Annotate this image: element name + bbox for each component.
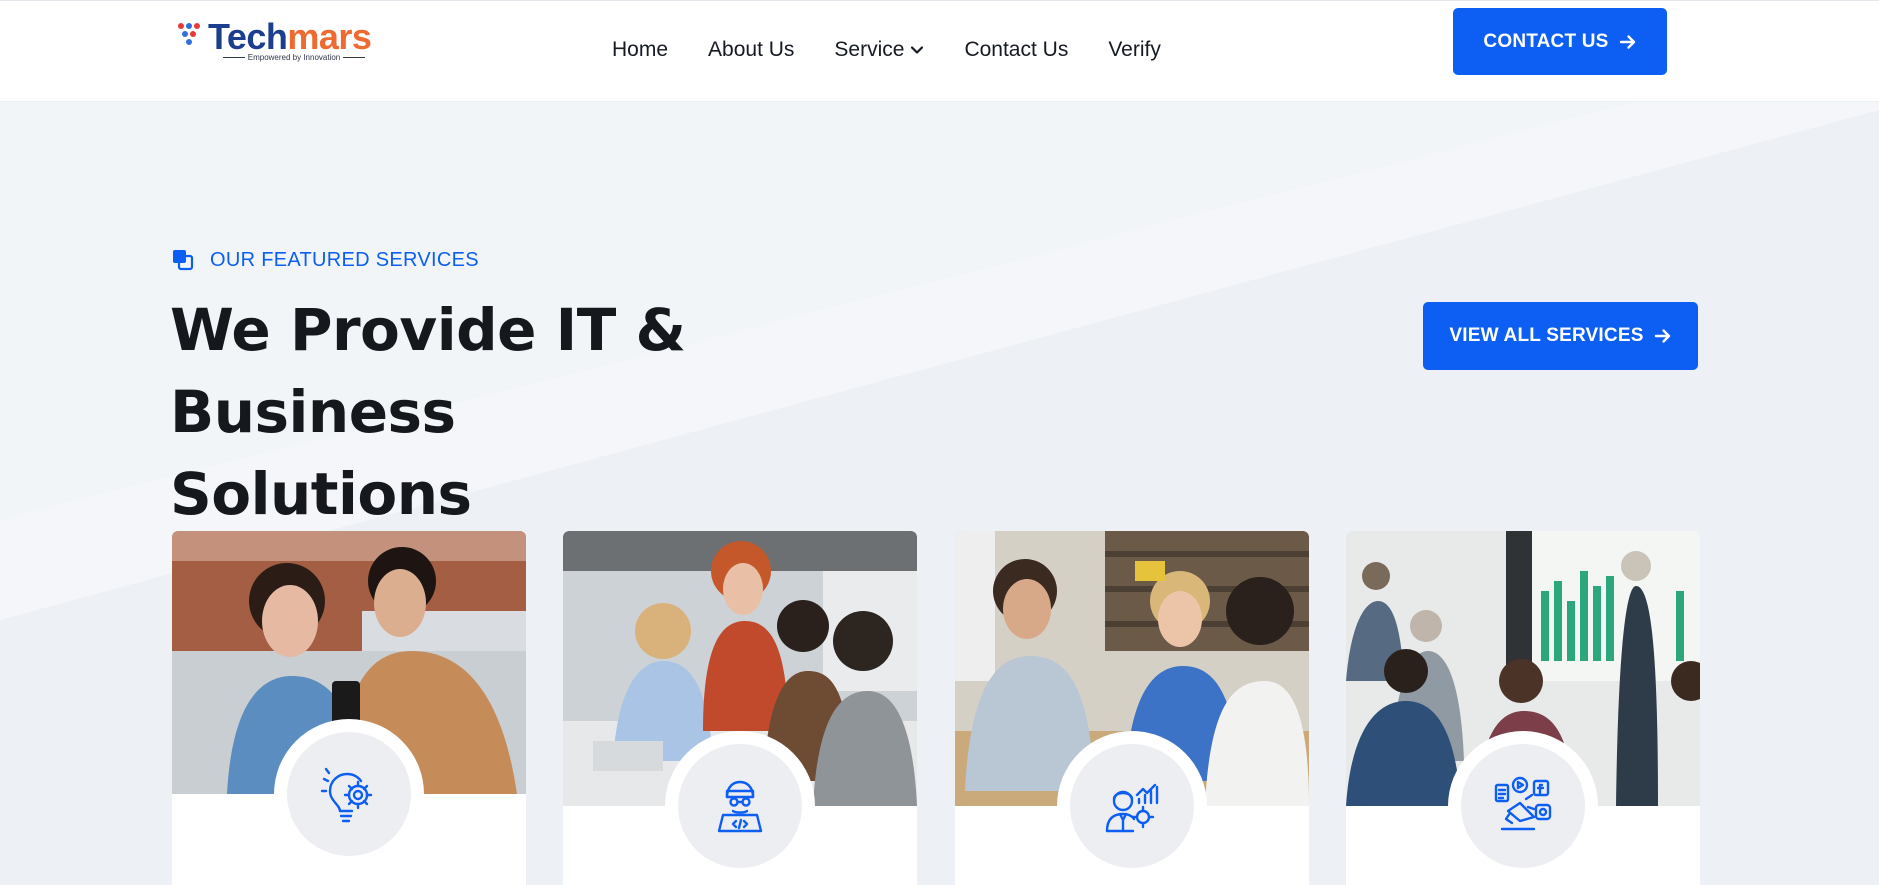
view-all-services-button[interactable]: VIEW ALL SERVICES bbox=[1423, 302, 1698, 370]
business-analyst-icon bbox=[1105, 783, 1159, 833]
site-header: Techmars Empowered by Innovation Home Ab… bbox=[0, 0, 1879, 102]
nav-item-contact-us[interactable]: Contact Us bbox=[964, 38, 1068, 62]
chevron-down-icon bbox=[911, 46, 924, 54]
service-icon-circle bbox=[1461, 744, 1585, 868]
nav-item-verify[interactable]: Verify bbox=[1108, 38, 1161, 62]
logo-tagline: Empowered by Innovation bbox=[214, 53, 374, 62]
nav-item-about-us[interactable]: About Us bbox=[708, 38, 794, 62]
service-card-4[interactable] bbox=[1346, 531, 1700, 885]
copy-squares-icon bbox=[173, 250, 194, 271]
service-cards bbox=[0, 531, 1879, 885]
service-icon-ring bbox=[1057, 731, 1207, 881]
service-card-1[interactable] bbox=[172, 531, 526, 885]
logo-dots-icon bbox=[178, 21, 208, 49]
service-icon-ring bbox=[665, 731, 815, 881]
arrow-right-icon bbox=[1619, 34, 1635, 49]
digital-marketing-icon bbox=[1494, 776, 1552, 831]
service-icon-circle bbox=[678, 744, 802, 868]
nav-item-service[interactable]: Service bbox=[834, 38, 924, 62]
page: Techmars Empowered by Innovation Home Ab… bbox=[0, 0, 1879, 885]
service-icon-ring bbox=[274, 719, 424, 869]
section-title: We Provide IT & Business Solutions bbox=[170, 289, 990, 535]
section-title-line-2: Solutions bbox=[170, 460, 472, 528]
nav-item-home[interactable]: Home bbox=[612, 38, 668, 62]
developer-code-icon bbox=[717, 780, 763, 833]
service-card-2[interactable] bbox=[563, 531, 917, 885]
contact-us-button[interactable]: CONTACT US bbox=[1453, 8, 1667, 75]
section-eyebrow: OUR FEATURED SERVICES bbox=[172, 246, 479, 274]
main-navigation: Home About Us Service Contact Us Verify bbox=[612, 35, 1161, 65]
section-eyebrow-label: OUR FEATURED SERVICES bbox=[210, 248, 479, 271]
service-icon-circle bbox=[287, 732, 411, 856]
section-title-line-1: We Provide IT & Business bbox=[170, 296, 686, 446]
service-card-3[interactable] bbox=[955, 531, 1309, 885]
service-icon-ring bbox=[1448, 731, 1598, 881]
service-icon-circle bbox=[1070, 744, 1194, 868]
site-logo[interactable]: Techmars Empowered by Innovation bbox=[178, 16, 383, 67]
arrow-right-icon bbox=[1654, 329, 1670, 343]
lightbulb-gear-icon bbox=[320, 767, 373, 823]
